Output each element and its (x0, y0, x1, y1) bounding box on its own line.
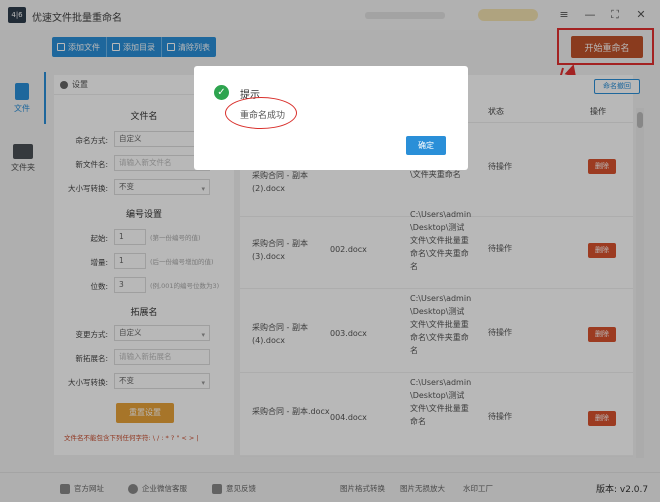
success-dialog: ✓ 提示 重命名成功 确定 (194, 66, 468, 170)
annotation-circle (225, 97, 297, 129)
app-window: 4|6 优速文件批量重命名 ≡ — ⛶ ✕ 添加文件 添加目录 清除列表 开始重… (0, 0, 660, 502)
confirm-button[interactable]: 确定 (406, 136, 446, 155)
check-circle-icon: ✓ (214, 85, 229, 100)
